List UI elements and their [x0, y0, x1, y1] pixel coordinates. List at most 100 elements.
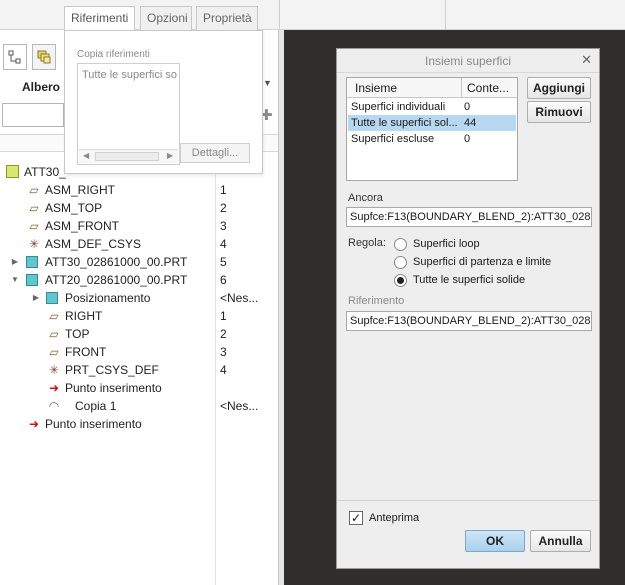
- set-count: 0: [464, 133, 471, 145]
- chevron-down-icon[interactable]: ▼: [263, 78, 272, 88]
- expand-icon[interactable]: ▶: [10, 253, 20, 271]
- tree-row-value: <Nes...: [220, 399, 259, 413]
- scroll-thumb[interactable]: [95, 152, 159, 161]
- tree-row-value: 3: [220, 219, 227, 233]
- tree-row[interactable]: ▱ RIGHT 1: [0, 307, 278, 325]
- tree-row[interactable]: ▶ ATT30_02861000_00.PRT 5: [0, 253, 278, 271]
- references-panel: Copia riferimenti Tutte le superfici so …: [64, 30, 263, 174]
- table-row-selected[interactable]: Tutte le superfici sol... 44: [348, 115, 516, 131]
- tree-row[interactable]: ✳ ASM_DEF_CSYS 4: [0, 235, 278, 253]
- tree-row[interactable]: ▱ FRONT 3: [0, 343, 278, 361]
- tab-riferimenti[interactable]: Riferimenti: [64, 6, 135, 30]
- part-icon: [26, 274, 38, 286]
- tree-row[interactable]: ◠ Copia 1 <Nes...: [0, 397, 278, 415]
- rule-option-label[interactable]: Tutte le superfici solide: [413, 274, 525, 286]
- rule-option-label[interactable]: Superfici di partenza e limite: [413, 256, 551, 268]
- anchor-label: Ancora: [348, 192, 383, 204]
- copy-geometry-icon: ◠: [48, 399, 60, 413]
- reference-field[interactable]: Supfce:F13(BOUNDARY_BLEND_2):ATT30_0286: [346, 311, 592, 331]
- reference-label: Riferimento: [348, 295, 405, 307]
- layers-icon[interactable]: [32, 44, 56, 70]
- model-tree-view-icon[interactable]: [3, 44, 27, 70]
- column-header-insieme[interactable]: Insieme: [355, 81, 397, 95]
- rule-radio-all-solid[interactable]: [394, 274, 407, 287]
- horizontal-scrollbar[interactable]: ◀ ▶: [79, 149, 178, 163]
- column-divider: [461, 78, 462, 98]
- datum-plane-icon: ▱: [49, 327, 59, 341]
- insert-arrow-icon: ➜: [48, 381, 60, 395]
- preview-checkbox[interactable]: ✓: [349, 511, 363, 525]
- surface-sets-dialog: Insiemi superfici ✕ Insieme Conte... Sup…: [336, 48, 600, 569]
- tab-proprieta[interactable]: Proprietà: [196, 6, 258, 30]
- anchor-field[interactable]: Supfce:F13(BOUNDARY_BLEND_2):ATT30_0286: [346, 207, 592, 227]
- tree-row-value: 3: [220, 345, 227, 359]
- cancel-button[interactable]: Annulla: [530, 530, 591, 552]
- tree-row[interactable]: ✳ PRT_CSYS_DEF 4: [0, 361, 278, 379]
- tree-row-value: 4: [220, 363, 227, 377]
- dialog-title: Insiemi superfici: [337, 49, 599, 73]
- toolbar-divider: [445, 0, 446, 30]
- tree-row[interactable]: ▼ ATT20_02861000_00.PRT 6: [0, 271, 278, 289]
- tree-row[interactable]: ▱ ASM_RIGHT 1: [0, 181, 278, 199]
- tree-row-value: 1: [220, 309, 227, 323]
- expand-icon[interactable]: ▶: [31, 289, 41, 307]
- tree-search-input[interactable]: [2, 103, 64, 127]
- list-item[interactable]: Tutte le superfici so: [82, 69, 178, 81]
- part-icon: [26, 256, 38, 268]
- tree-row[interactable]: ▶ Posizionamento <Nes...: [0, 289, 278, 307]
- preview-label[interactable]: Anteprima: [369, 512, 419, 524]
- rule-radio-loop[interactable]: [394, 238, 407, 251]
- copy-references-list[interactable]: Tutte le superfici so ◀ ▶: [77, 63, 180, 165]
- remove-button[interactable]: Rimuovi: [527, 101, 591, 123]
- tree-row-label: Copia 1: [75, 399, 117, 413]
- tree-row-label: ASM_DEF_CSYS: [45, 237, 142, 251]
- tree-row-value: 4: [220, 237, 227, 251]
- surface-sets-table: Insieme Conte... Superfici individuali 0…: [346, 77, 518, 181]
- rule-label: Regola:: [348, 237, 386, 249]
- tree-row-value: 2: [220, 327, 227, 341]
- model-tree-title: Albero r: [22, 80, 69, 94]
- datum-plane-icon: ▱: [49, 309, 59, 323]
- assembly-icon: [6, 165, 19, 178]
- collapse-icon[interactable]: ▼: [10, 271, 20, 289]
- rule-option-label[interactable]: Superfici loop: [413, 238, 480, 250]
- tree-row-value: 2: [220, 201, 227, 215]
- close-icon[interactable]: ✕: [581, 52, 592, 68]
- tree-row-value: 6: [220, 273, 227, 287]
- datum-plane-icon: ▱: [49, 345, 59, 359]
- tree-row[interactable]: ▱ TOP 2: [0, 325, 278, 343]
- tree-row[interactable]: ▱ ASM_TOP 2: [0, 199, 278, 217]
- column-header-contenuto[interactable]: Conte...: [467, 81, 509, 95]
- set-name: Superfici individuali: [351, 101, 446, 113]
- tree-row[interactable]: ▱ ASM_FRONT 3: [0, 217, 278, 235]
- table-row[interactable]: Superfici escluse 0: [348, 131, 516, 147]
- tree-row-label: TOP: [65, 327, 90, 341]
- coordinate-system-icon: ✳: [48, 363, 60, 377]
- copy-references-label: Copia riferimenti: [77, 49, 150, 60]
- table-header: Insieme Conte...: [347, 78, 517, 98]
- rule-radio-seed-boundary[interactable]: [394, 256, 407, 269]
- scroll-left-icon[interactable]: ◀: [83, 151, 89, 160]
- table-row[interactable]: Superfici individuali 0: [348, 99, 516, 115]
- tree-row-label: ASM_RIGHT: [45, 183, 116, 197]
- dialog-divider: [337, 500, 599, 501]
- tree-row-label: ASM_FRONT: [45, 219, 120, 233]
- set-count: 0: [464, 101, 471, 113]
- tree-row-label: PRT_CSYS_DEF: [65, 363, 159, 377]
- tree-row[interactable]: ➜ Punto inserimento: [0, 379, 278, 397]
- details-button[interactable]: Dettagli...: [180, 143, 250, 163]
- tab-opzioni[interactable]: Opzioni: [140, 6, 192, 30]
- insert-arrow-icon: ➜: [28, 417, 40, 431]
- coordinate-system-icon: ✳: [28, 237, 40, 251]
- scroll-right-icon[interactable]: ▶: [167, 151, 173, 160]
- toolbar-divider: [279, 0, 280, 30]
- tree-row[interactable]: ➜ Punto inserimento: [0, 415, 278, 433]
- tree-row-value: 1: [220, 183, 227, 197]
- set-count: 44: [464, 117, 477, 129]
- datum-plane-icon: ▱: [29, 183, 39, 197]
- add-button[interactable]: Aggiungi: [527, 77, 591, 99]
- tree-row-label: Posizionamento: [65, 291, 151, 305]
- datum-plane-icon: ▱: [29, 201, 39, 215]
- ok-button[interactable]: OK: [465, 530, 525, 552]
- datum-plane-icon: ▱: [29, 219, 39, 233]
